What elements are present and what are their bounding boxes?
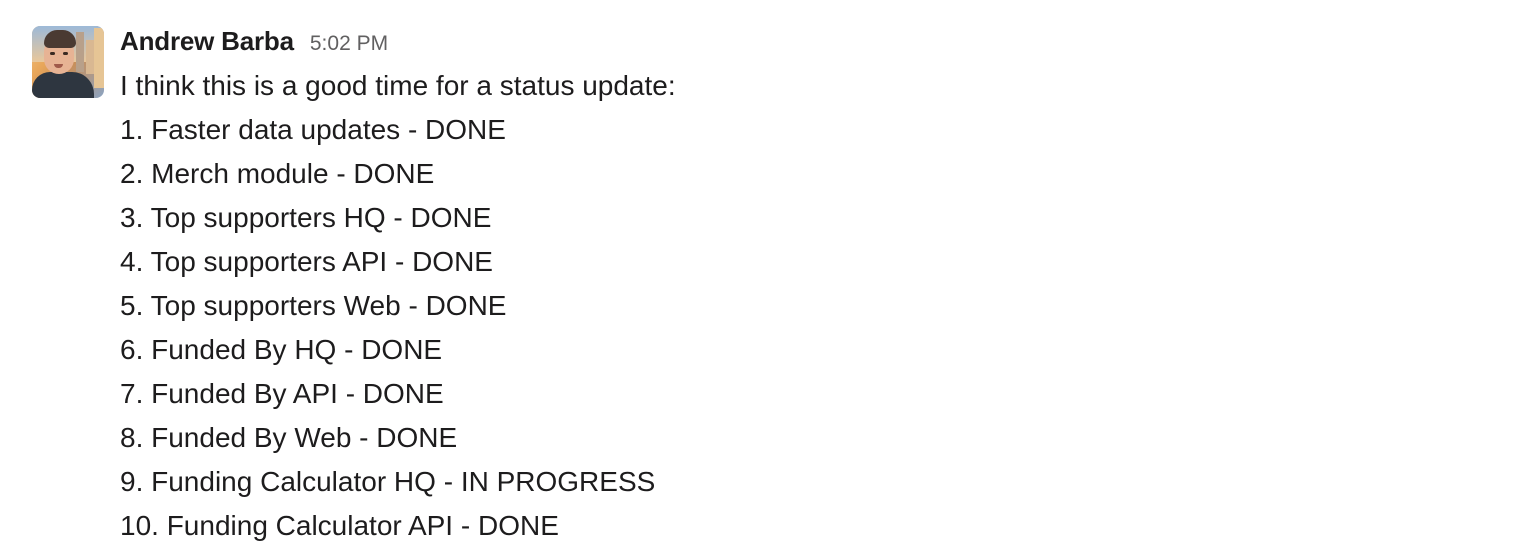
avatar[interactable]	[32, 26, 104, 98]
avatar-eye	[63, 52, 68, 55]
status-list-item: 3. Top supporters HQ - DONE	[120, 202, 492, 233]
chat-message: Andrew Barba 5:02 PM I think this is a g…	[0, 0, 1520, 558]
status-list-item: 6. Funded By HQ - DONE	[120, 334, 443, 365]
status-list-item: 10. Funding Calculator API - DONE	[120, 510, 559, 541]
status-list-item: 7. Funded By API - DONE	[120, 378, 444, 409]
status-list-item: 4. Top supporters API - DONE	[120, 246, 493, 277]
sender-name[interactable]: Andrew Barba	[120, 26, 294, 57]
status-list-item: 2. Merch module - DONE	[120, 158, 435, 189]
status-list-item: 8. Funded By Web - DONE	[120, 422, 458, 453]
avatar-building	[76, 32, 84, 72]
message-timestamp[interactable]: 5:02 PM	[310, 32, 388, 56]
message-header: Andrew Barba 5:02 PM	[120, 26, 388, 60]
message-intro: I think this is a good time for a status…	[120, 70, 676, 101]
avatar-hair	[44, 30, 76, 48]
message-body: I think this is a good time for a status…	[120, 64, 676, 548]
avatar-building	[94, 28, 104, 88]
status-list-item: 9. Funding Calculator HQ - IN PROGRESS	[120, 466, 656, 497]
avatar-eye	[50, 52, 55, 55]
status-list-item: 5. Top supporters Web - DONE	[120, 290, 507, 321]
avatar-shirt	[32, 72, 94, 98]
status-list-item: 1. Faster data updates - DONE	[120, 114, 506, 145]
